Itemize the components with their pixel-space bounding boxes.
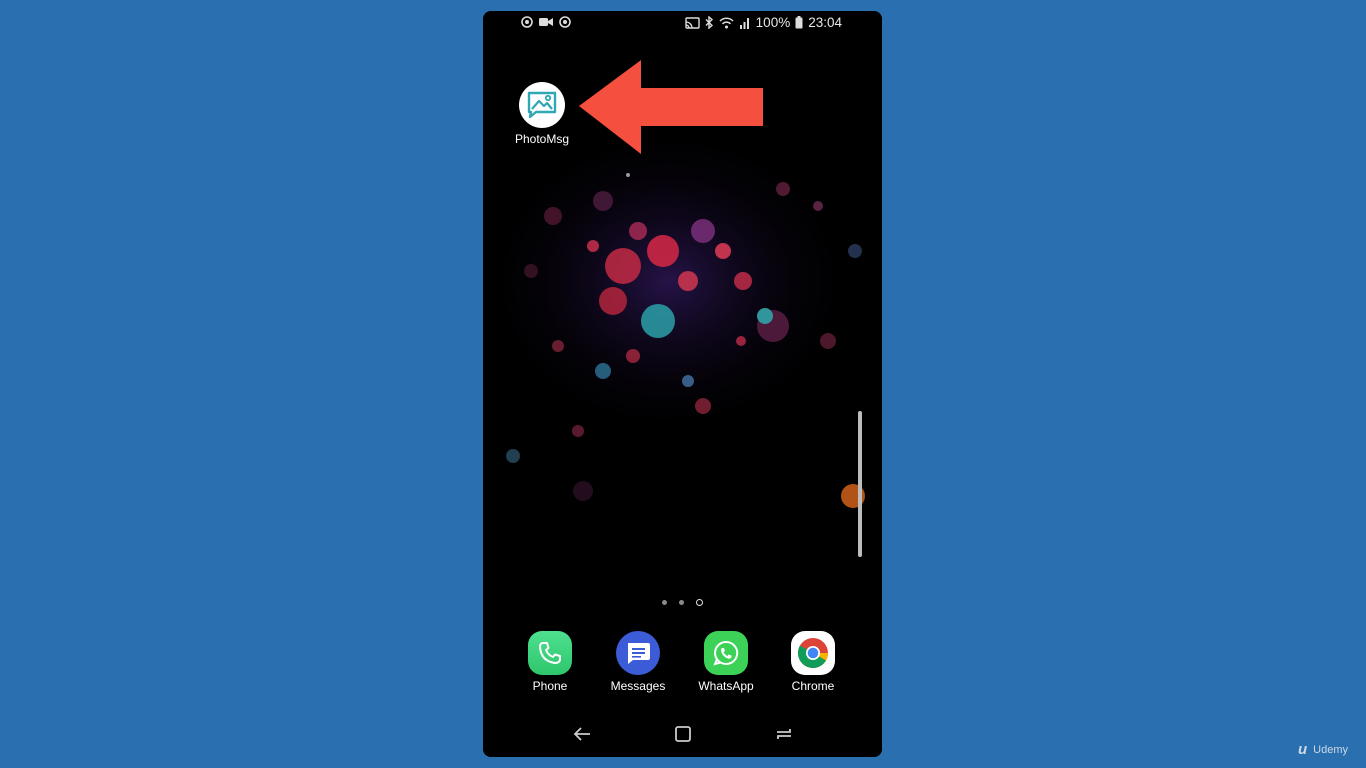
dock-label-whatsapp: WhatsApp — [698, 679, 754, 693]
page-dot-3-current[interactable] — [696, 599, 703, 606]
dock-label-messages: Messages — [610, 679, 666, 693]
messages-icon — [616, 631, 660, 675]
edge-panel-handle[interactable] — [858, 411, 862, 557]
whatsapp-icon — [704, 631, 748, 675]
signal-icon — [739, 17, 749, 29]
chrome-icon — [791, 631, 835, 675]
red-arrow-annotation — [579, 60, 763, 154]
chrome-notification-icon — [521, 16, 533, 28]
status-bar: 100% 23:04 — [483, 11, 882, 37]
video-camera-icon — [539, 18, 553, 26]
dock-app-chrome[interactable]: Chrome — [780, 631, 846, 693]
page-indicator — [483, 599, 882, 606]
notification-icons — [521, 16, 571, 28]
udemy-brand-text: Udemy — [1313, 743, 1348, 756]
battery-icon — [795, 16, 803, 29]
wifi-icon — [719, 16, 734, 28]
system-status-icons: 100% 23:04 — [684, 15, 842, 30]
dock-label-chrome: Chrome — [791, 679, 835, 693]
dock-app-phone[interactable]: Phone — [520, 631, 580, 693]
bluetooth-icon — [705, 16, 713, 29]
udemy-watermark: u Udemy — [1298, 741, 1348, 758]
dock-label-phone: Phone — [532, 679, 568, 693]
recents-icon[interactable] — [773, 723, 795, 745]
home-square-icon[interactable] — [672, 723, 694, 745]
page-dot-1[interactable] — [662, 600, 667, 605]
navigation-bar — [483, 719, 882, 749]
chrome-notification-icon-2 — [559, 16, 571, 28]
dock-app-messages[interactable]: Messages — [604, 631, 672, 693]
udemy-logo-icon: u — [1297, 741, 1308, 758]
phone-icon — [528, 631, 572, 675]
photomsg-label: PhotoMsg — [514, 132, 570, 146]
back-arrow-icon[interactable] — [571, 723, 593, 745]
cast-icon — [684, 16, 700, 29]
clock: 23:04 — [808, 15, 842, 30]
battery-percent: 100% — [755, 15, 791, 30]
page-dot-2[interactable] — [679, 600, 684, 605]
photomsg-app-shortcut[interactable]: PhotoMsg — [511, 82, 573, 146]
dock-app-whatsapp[interactable]: WhatsApp — [692, 631, 760, 693]
photomsg-icon — [519, 82, 565, 128]
